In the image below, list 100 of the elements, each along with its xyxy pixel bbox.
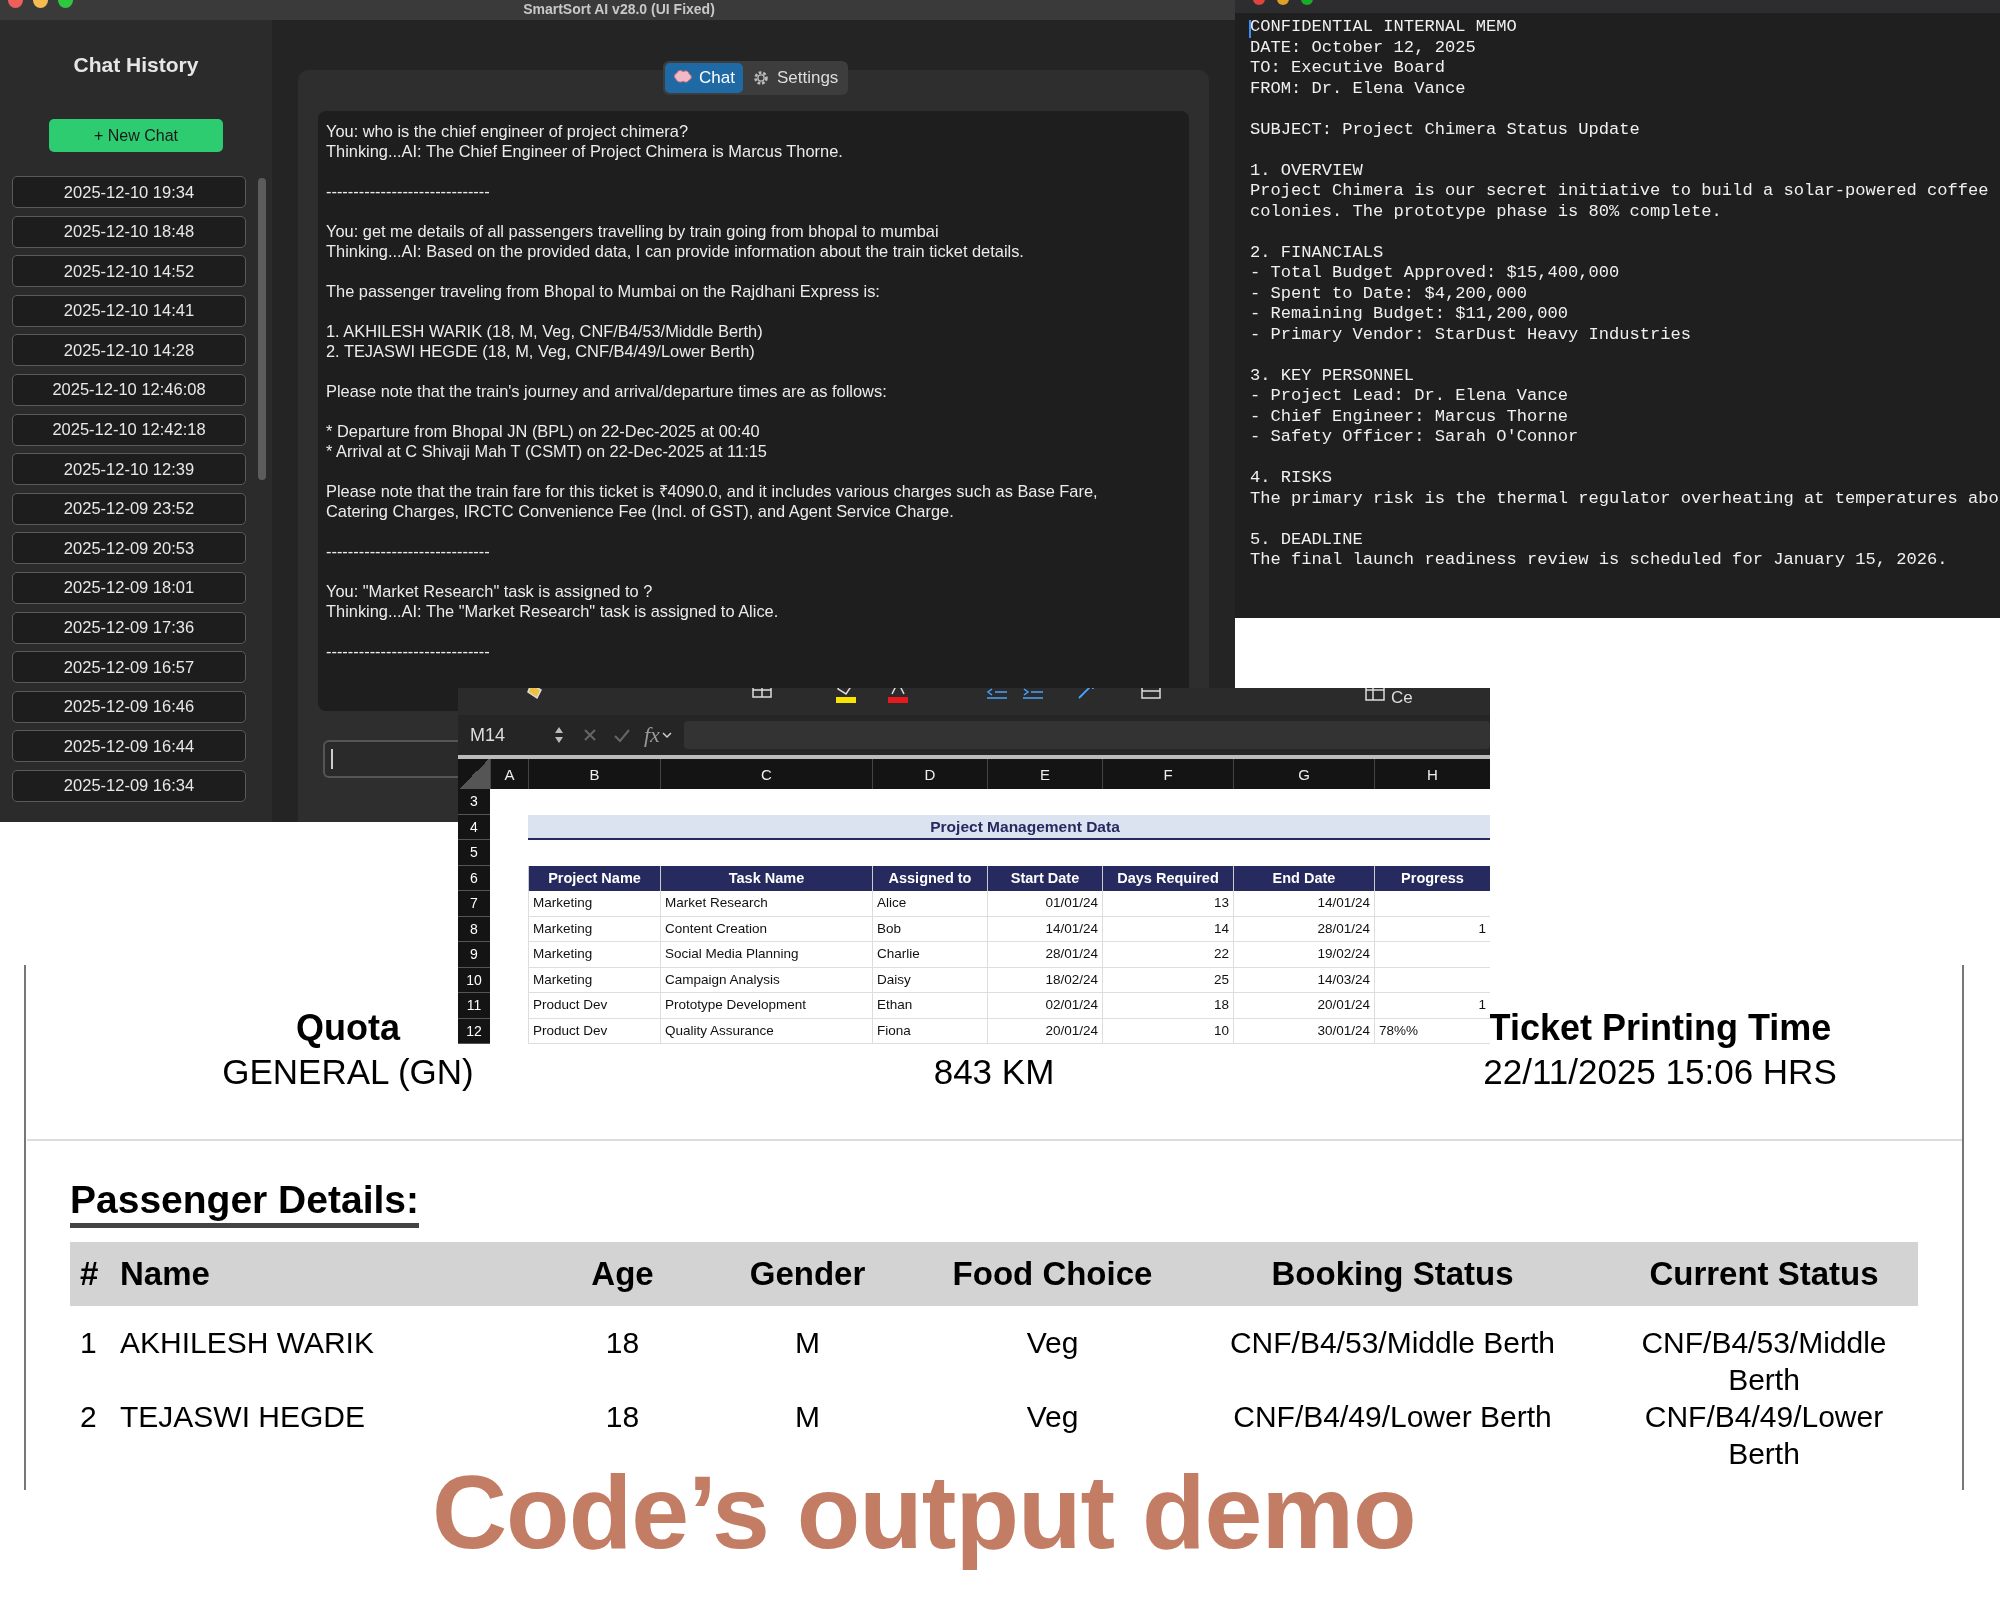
history-item[interactable]: 2025-12-10 12:46:08 — [12, 373, 246, 406]
row-number[interactable]: 10 — [458, 967, 490, 993]
row-number[interactable]: 11 — [458, 993, 490, 1019]
table-cell: 19/02/24 — [1233, 942, 1374, 968]
column-header: Task Name — [660, 865, 872, 891]
memo-line: CONFIDENTIAL INTERNAL MEMO — [1250, 17, 1518, 38]
table-cell-text: TEJASWI HEGDE — [120, 1398, 367, 1435]
chat-line: ------------------------------ — [326, 641, 491, 661]
table-cell-text: AKHILESH WARIK — [120, 1324, 375, 1361]
column-header[interactable]: C — [660, 759, 872, 789]
history-item[interactable]: 2025-12-09 16:44 — [12, 730, 246, 763]
printing-time-label: Ticket Printing Time — [1488, 1006, 1832, 1050]
table-cell: 18/02/24 — [987, 967, 1102, 993]
chat-line: You: get me details of all passengers travelling by train going from bhopal to mumbai — [326, 221, 940, 241]
table-cell: Campaign Analysis — [660, 967, 872, 993]
memo-line: 3. KEY PERSONNEL — [1250, 365, 1416, 386]
memo-line: Project Chimera is our secret initiative to build a solar-powered coffee — [1250, 181, 1990, 202]
table-cell: Charlie — [872, 942, 987, 968]
memo-line: DATE: October 12, 2025 — [1250, 37, 1477, 58]
history-item[interactable]: 2025-12-09 20:53 — [12, 532, 246, 565]
history-item[interactable]: 2025-12-10 12:42:18 — [12, 413, 246, 446]
column-header[interactable]: D — [872, 759, 987, 789]
toolbar-label[interactable]: Ce — [1391, 688, 1413, 708]
history-item[interactable]: 2025-12-09 18:01 — [12, 571, 246, 604]
history-item[interactable]: 2025-12-09 16:57 — [12, 651, 246, 684]
table-cell: 30/01/24 — [1233, 1018, 1374, 1044]
row-number[interactable]: 5 — [458, 840, 490, 866]
chat-line: You: who is the chief engineer of project chimera? — [326, 121, 690, 141]
memo-line: 4. RISKS — [1250, 468, 1334, 489]
chat-line: Thinking...AI: The "Market Research" task is assigned to Alice. — [326, 601, 780, 621]
table-cell: Bob — [872, 916, 987, 942]
memo-line: 5. DEADLINE — [1250, 529, 1364, 550]
history-item[interactable]: 2025-12-10 19:34 — [12, 176, 246, 208]
chat-line: Please note that the train's journey and arrival/departure times are as follows: — [326, 381, 888, 401]
table-cell-text: 18 — [604, 1398, 641, 1435]
row-number[interactable]: 9 — [458, 942, 490, 968]
history-item[interactable]: 2025-12-10 14:28 — [12, 334, 246, 367]
tab[interactable]: Settings — [742, 63, 847, 93]
table-cell: Product Dev — [528, 1018, 660, 1044]
table-cell: Daisy — [872, 967, 987, 993]
chevron-icon[interactable] — [661, 730, 672, 740]
table-cell: 14 — [1102, 916, 1233, 942]
name-box[interactable]: M14 — [458, 720, 568, 750]
sheet-title: Project Management Data — [528, 814, 1490, 840]
select-all-icon[interactable] — [458, 759, 490, 789]
chat-line: ------------------------------ — [326, 541, 491, 561]
history-item[interactable]: 2025-12-10 14:52 — [12, 255, 246, 288]
stepper-icon — [554, 725, 564, 745]
row-number[interactable]: 8 — [458, 916, 490, 942]
row-number[interactable]: 4 — [458, 814, 490, 840]
row-number[interactable]: 3 — [458, 789, 490, 815]
function-label[interactable]: fx — [644, 722, 660, 748]
chat-line: You: "Market Research" task is assigned to ? — [326, 581, 654, 601]
row-number[interactable]: 7 — [458, 891, 490, 917]
tab[interactable]: Chat — [665, 63, 743, 93]
column-header[interactable]: F — [1102, 759, 1233, 789]
column-header[interactable]: E — [987, 759, 1102, 789]
column-header[interactable]: A — [490, 759, 528, 789]
window-title: SmartSort AI v28.0 (UI Fixed) — [523, 0, 715, 18]
column-header[interactable]: H — [1374, 759, 1490, 789]
chat-line: Catering Charges, IRCTC Convenience Fee (Incl. of GST), and Agent Service Charge. — [326, 501, 955, 521]
column-header: Gender — [748, 1254, 867, 1293]
memo-line: - Chief Engineer: Marcus Thorne — [1250, 406, 1569, 427]
history-item[interactable]: 2025-12-09 16:46 — [12, 690, 246, 723]
section-heading: Passenger Details: — [70, 1176, 419, 1228]
column-header[interactable]: G — [1233, 759, 1374, 789]
history-item[interactable]: 2025-12-09 17:36 — [12, 611, 246, 644]
memo-line: FROM: Dr. Elena Vance — [1250, 78, 1467, 99]
history-item[interactable]: 2025-12-10 14:41 — [12, 294, 246, 327]
input-field[interactable] — [323, 740, 460, 778]
memo-line: The primary risk is the thermal regulator overheating at temperatures abo — [1250, 488, 2000, 509]
memo-line: - Total Budget Approved: $15,400,000 — [1250, 263, 1621, 284]
table-cell: Marketing — [528, 942, 660, 968]
new-chat-button[interactable]: + New Chat — [49, 119, 223, 152]
column-header: End Date — [1233, 865, 1374, 891]
history-item[interactable]: 2025-12-10 12:39 — [12, 453, 246, 486]
history-item[interactable]: 2025-12-10 18:48 — [12, 215, 246, 248]
table-cell: Content Creation — [660, 916, 872, 942]
history-item[interactable]: 2025-12-09 23:52 — [12, 492, 246, 525]
table-cell: 20/01/24 — [1233, 993, 1374, 1019]
memo-line: - Spent to Date: $4,200,000 — [1250, 283, 1528, 304]
quota-value: GENERAL (GN) — [222, 1051, 474, 1093]
scrollbar[interactable] — [258, 178, 266, 480]
memo-line: The final launch readiness review is scheduled for January 15, 2026. — [1250, 550, 1949, 571]
memo-line: TO: Executive Board — [1250, 58, 1446, 79]
table-cell: Marketing — [528, 916, 660, 942]
table-cell: 28/01/24 — [987, 942, 1102, 968]
row-number[interactable]: 6 — [458, 865, 490, 891]
table-cell: Ethan — [872, 993, 987, 1019]
formula-field[interactable] — [683, 721, 1490, 749]
table-cell: Social Media Planning — [660, 942, 872, 968]
column-header: Food Choice — [951, 1254, 1154, 1293]
column-header: Start Date — [987, 865, 1102, 891]
table-cell: Alice — [872, 891, 987, 917]
column-header[interactable]: B — [528, 759, 660, 789]
quota-label: Quota — [296, 1006, 400, 1050]
row-number[interactable]: 12 — [458, 1018, 490, 1044]
table-cell: 22 — [1102, 942, 1233, 968]
chat-line: Thinking...AI: Based on the provided data, I can provide information about the train ticket details. — [326, 241, 1025, 261]
history-item[interactable]: 2025-12-09 16:34 — [12, 769, 246, 802]
